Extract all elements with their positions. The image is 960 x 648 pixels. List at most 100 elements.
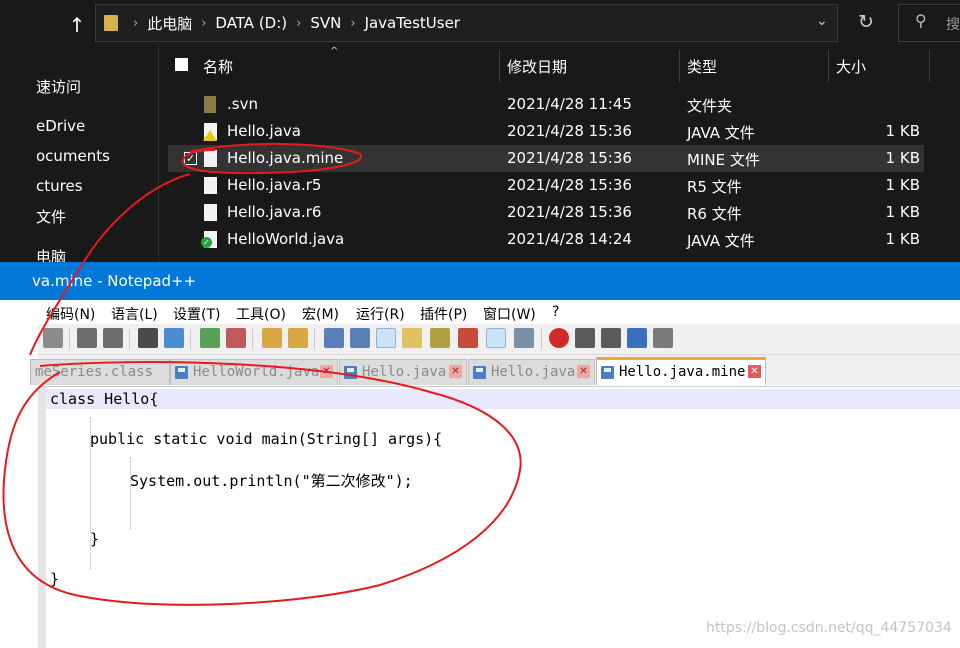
tab-label: HelloWorld.java [193, 364, 320, 380]
file-row[interactable]: HelloWorld.java 2021/4/28 14:24 JAVA 文件 … [168, 226, 924, 253]
file-icon [204, 204, 217, 221]
toolbar-separator [252, 329, 253, 349]
breadcrumb-separator-icon: › [350, 15, 356, 31]
toolbar-separator [129, 329, 130, 349]
saved-file-icon [601, 366, 614, 379]
indent-guide-icon[interactable] [376, 328, 396, 348]
stop-macro-icon[interactable] [575, 328, 595, 348]
sidebar-item-documents[interactable]: ocuments [36, 147, 156, 165]
file-type: JAVA 文件 [687, 124, 755, 142]
select-all-checkbox[interactable] [175, 58, 188, 71]
file-size: 1 KB [885, 230, 920, 248]
folder-workspace-icon[interactable] [486, 328, 506, 348]
column-divider[interactable] [679, 50, 680, 82]
sidebar-item-pictures[interactable]: ctures [36, 177, 156, 195]
show-all-chars-icon[interactable] [350, 328, 370, 348]
file-row[interactable]: Hello.java 2021/4/28 15:36 JAVA 文件 1 KB [168, 118, 924, 145]
sidebar-item-files[interactable]: 文件 [36, 206, 156, 227]
indent-guide [130, 457, 131, 529]
file-row-selected[interactable]: ✓ Hello.java.mine 2021/4/28 15:36 MINE 文… [168, 145, 924, 172]
play-macro-icon[interactable] [601, 328, 621, 348]
close-icon[interactable]: ✕ [320, 365, 333, 378]
breadcrumb-item[interactable]: DATA (D:) [215, 14, 287, 32]
toolbar-separator [190, 329, 191, 349]
column-header-type[interactable]: 类型 [687, 56, 717, 77]
column-divider[interactable] [929, 50, 930, 82]
file-type: MINE 文件 [687, 151, 760, 169]
menu-window[interactable]: 窗口(W) [483, 304, 536, 324]
address-bar[interactable]: › 此电脑 › DATA (D:) › SVN › JavaTestUser ⌄ [95, 4, 838, 42]
file-row[interactable]: Hello.java.r6 2021/4/28 15:36 R6 文件 1 KB [168, 199, 924, 226]
menu-settings[interactable]: 设置(T) [173, 304, 220, 324]
code-line: class Hello{ [50, 390, 159, 408]
code-editor[interactable]: class Hello{ public static void main(Str… [38, 386, 960, 648]
function-list-icon[interactable] [458, 328, 478, 348]
breadcrumb-separator-icon: › [201, 15, 207, 31]
breadcrumb-item[interactable]: 此电脑 [147, 13, 192, 34]
redo-icon[interactable] [103, 328, 123, 348]
breadcrumb-separator-icon: › [296, 15, 302, 31]
saved-file-icon [344, 366, 357, 379]
file-type: R5 文件 [687, 178, 742, 196]
paste-icon[interactable] [43, 328, 63, 348]
menu-encoding[interactable]: 编码(N) [46, 304, 95, 324]
replace-icon[interactable] [164, 328, 184, 348]
search-box[interactable]: ⚲ 搜 [898, 4, 960, 42]
refresh-icon[interactable]: ↻ [852, 6, 880, 38]
up-arrow-icon[interactable]: ↑ [64, 12, 90, 38]
close-icon[interactable]: ✕ [449, 365, 462, 378]
close-icon[interactable]: ✕ [748, 365, 761, 378]
file-row[interactable]: .svn 2021/4/28 11:45 文件夹 [168, 91, 924, 118]
file-name: HelloWorld.java [227, 230, 345, 248]
zoom-in-icon[interactable] [200, 328, 220, 348]
breadcrumb-item[interactable]: JavaTestUser [365, 14, 460, 32]
tab-helloworld-java[interactable]: HelloWorld.java ✕ [170, 359, 338, 385]
column-divider[interactable] [828, 50, 829, 82]
save-macro-icon[interactable] [653, 328, 673, 348]
sync-horizontal-icon[interactable] [288, 328, 308, 348]
fold-margin[interactable] [38, 387, 46, 648]
toolbar-separator [541, 329, 542, 349]
pane-divider[interactable] [158, 44, 159, 262]
sync-vertical-icon[interactable] [262, 328, 282, 348]
sidebar-item-onedrive[interactable]: eDrive [36, 117, 156, 135]
menu-tools[interactable]: 工具(O) [236, 304, 286, 324]
menu-macro[interactable]: 宏(M) [302, 304, 339, 324]
row-checkbox[interactable]: ✓ [184, 152, 197, 165]
word-wrap-icon[interactable] [324, 328, 344, 348]
tab-hello-java[interactable]: Hello.java ✕ [339, 359, 467, 385]
breadcrumb-separator-icon: › [133, 15, 139, 31]
column-divider[interactable] [499, 50, 500, 82]
find-icon[interactable] [138, 328, 158, 348]
chevron-down-icon[interactable]: ⌄ [816, 13, 828, 29]
menu-plugins[interactable]: 插件(P) [420, 304, 467, 324]
code-line: } [90, 530, 100, 548]
column-header-date[interactable]: 修改日期 [507, 56, 567, 77]
menu-language[interactable]: 语言(L) [111, 304, 158, 324]
monitoring-icon[interactable] [514, 328, 534, 348]
sidebar-item-quick-access[interactable]: 速访问 [36, 76, 156, 97]
record-macro-icon[interactable] [549, 328, 569, 348]
menu-help[interactable]: ? [552, 304, 559, 320]
doc-map-icon[interactable] [430, 328, 450, 348]
current-line-highlight [46, 389, 960, 409]
tab-class-file[interactable]: meSeries.class [30, 359, 170, 385]
undo-icon[interactable] [77, 328, 97, 348]
svn-folder-icon [204, 96, 216, 113]
tab-hello-java-mine[interactable]: Hello.java.mine ✕ [596, 357, 766, 385]
notepad-title-bar[interactable]: va.mine - Notepad++ [0, 262, 960, 300]
watermark: https://blog.csdn.net/qq_44757034 [706, 620, 952, 636]
run-macro-multiple-icon[interactable] [627, 328, 647, 348]
zoom-out-icon[interactable] [226, 328, 246, 348]
tab-hello-java[interactable]: Hello.java ✕ [468, 359, 595, 385]
breadcrumb-item[interactable]: SVN [310, 14, 341, 32]
user-language-icon[interactable] [402, 328, 422, 348]
tab-label: meSeries.class [35, 364, 154, 380]
column-header-name[interactable]: 名称 [203, 56, 233, 77]
close-icon[interactable]: ✕ [577, 365, 590, 378]
file-row[interactable]: Hello.java.r5 2021/4/28 15:36 R5 文件 1 KB [168, 172, 924, 199]
file-icon [204, 150, 217, 167]
menu-run[interactable]: 运行(R) [356, 304, 405, 324]
menu-bar: 编码(N) 语言(L) 设置(T) 工具(O) 宏(M) 运行(R) 插件(P)… [0, 300, 960, 324]
column-header-size[interactable]: 大小 [836, 56, 866, 77]
